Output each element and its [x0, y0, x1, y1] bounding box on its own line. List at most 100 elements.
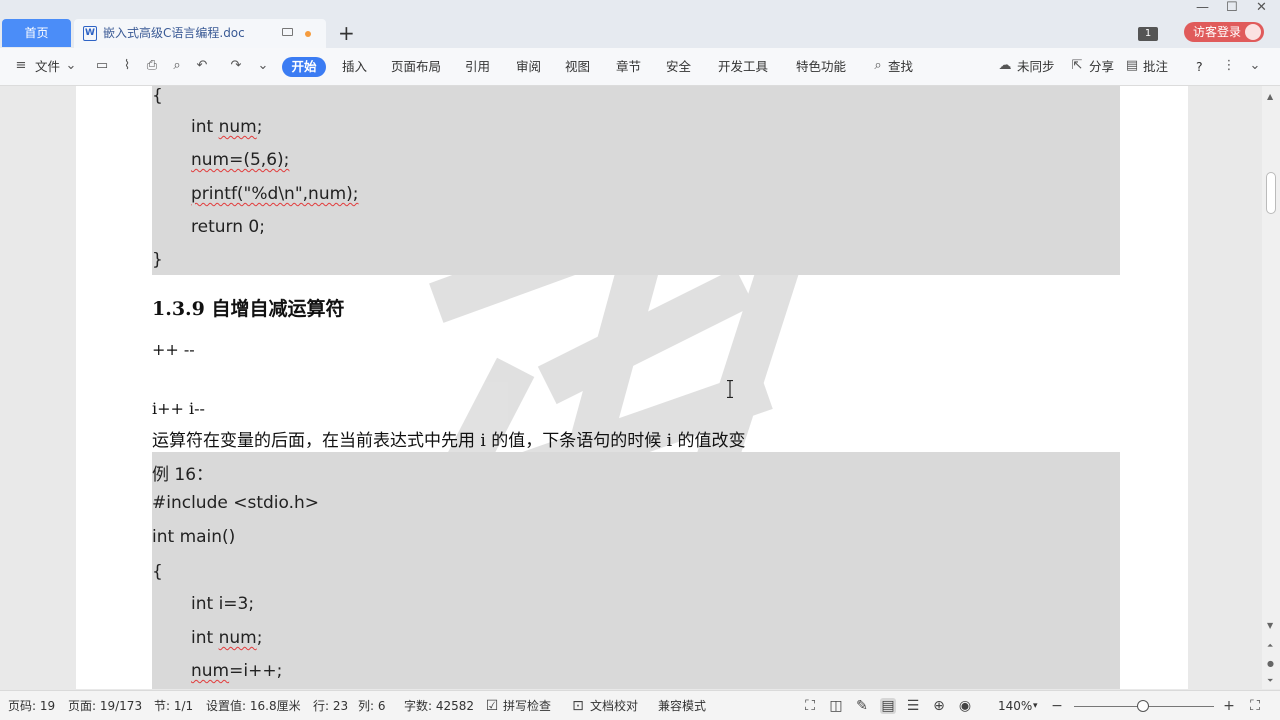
vertical-scrollbar[interactable]: ▲ ▼ ⏶ ● ⏷ [1262, 86, 1280, 689]
code-brace-open: { [152, 562, 163, 582]
code-line: printf("%d\n",num); [191, 184, 359, 204]
read-mode-icon[interactable]: ◫ [828, 698, 844, 714]
page-nav-icon[interactable]: ● [1267, 659, 1274, 668]
collapse-ribbon-icon[interactable]: ⌄ [1248, 59, 1262, 73]
example-label: 例 16： [152, 465, 214, 485]
word-count[interactable]: 字数: 42582 [404, 699, 474, 713]
format-painter-icon[interactable]: ⌇ [120, 59, 134, 73]
spell-check-button[interactable]: 拼写检查 [503, 699, 551, 713]
document-page[interactable]: { int num; num=(5,6); printf("%d\n",num)… [76, 86, 1188, 689]
save-icon[interactable]: ▭ [95, 59, 109, 73]
undo-icon[interactable]: ↶ [195, 59, 209, 73]
eye-protection-icon[interactable]: ◉ [957, 698, 973, 714]
compat-mode: 兼容模式 [658, 699, 707, 713]
maximize-button[interactable]: ☐ [1226, 0, 1238, 15]
web-view-icon[interactable]: ⊕ [931, 698, 947, 714]
file-menu[interactable]: 文件 [35, 58, 60, 76]
tab-home[interactable]: 首页 [2, 19, 71, 47]
sync-status[interactable]: 未同步 [1017, 58, 1055, 76]
ribbon-toolbar: ≡ 文件 ⌄ ▭ ⌇ ⎙ ⌕ ↶ ↷ ⌄ 开始 插入 页面布局 引用 审阅 视图… [0, 48, 1280, 86]
page-code[interactable]: 页码: 19 [8, 699, 55, 713]
scrollbar-thumb[interactable] [1266, 172, 1276, 214]
page-indicator[interactable]: 页面: 19/173 [68, 699, 142, 713]
page-view-icon[interactable]: ▤ [880, 698, 896, 714]
zoom-in-icon[interactable]: + [1221, 698, 1237, 714]
document-area[interactable]: { int num; num=(5,6); printf("%d\n",num)… [0, 86, 1262, 689]
hamburger-menu-icon[interactable]: ≡ [14, 59, 28, 73]
close-button[interactable]: ✕ [1256, 0, 1267, 15]
code-line: num=(5,6); [191, 150, 290, 170]
share-button[interactable]: 分享 [1089, 58, 1114, 76]
section-indicator: 节: 1/1 [154, 699, 194, 713]
tab-review[interactable]: 审阅 [516, 58, 541, 76]
focus-mode-icon[interactable]: ⛶ [802, 698, 818, 714]
comment-button[interactable]: 批注 [1143, 58, 1168, 76]
search-icon[interactable]: ⌕ [871, 59, 885, 73]
search-label[interactable]: 查找 [888, 58, 913, 76]
zoom-level[interactable]: 140% [998, 699, 1032, 713]
scroll-down-icon[interactable]: ▼ [1267, 621, 1273, 630]
spell-check-icon[interactable]: ☑ [484, 698, 500, 714]
zoom-dropdown-icon[interactable]: ▾ [1033, 699, 1038, 713]
col-indicator: 列: 6 [358, 699, 386, 713]
quick-access-dropdown-icon[interactable]: ⌄ [256, 59, 270, 73]
tab-security[interactable]: 安全 [666, 58, 691, 76]
chevron-down-icon[interactable]: ⌄ [64, 59, 78, 73]
monitor-icon[interactable] [282, 28, 293, 36]
new-tab-button[interactable]: + [338, 22, 355, 44]
code-line: int i=3; [191, 594, 255, 614]
fit-page-icon[interactable]: ⛶ [1247, 698, 1263, 714]
code-line: num=i++; [191, 661, 283, 681]
operators-text: ++ -- [152, 340, 195, 359]
next-page-icon[interactable]: ⏷ [1267, 676, 1273, 686]
zoom-slider-handle[interactable] [1136, 700, 1149, 712]
explanation-text: 运算符在变量的后面，在当前表达式中先用 i 的值，下条语句的时候 i 的值改变 [152, 431, 746, 451]
code-brace-open: { [152, 86, 163, 106]
code-line: #include <stdio.h> [152, 493, 320, 513]
code-line: return 0; [191, 217, 265, 237]
window-count-badge[interactable]: 1 [1138, 27, 1158, 41]
tab-document-title: 嵌入式高级C语言编程.doc [103, 26, 245, 40]
tab-features[interactable]: 特色功能 [796, 58, 846, 76]
tab-bar: 首页 W 嵌入式高级C语言编程.doc + 1 访客登录 — ☐ ✕ [0, 0, 1280, 48]
minimize-button[interactable]: — [1196, 0, 1209, 15]
proofread-icon[interactable]: ⊡ [570, 698, 586, 714]
word-doc-icon: W [83, 26, 97, 41]
avatar-icon [1245, 24, 1261, 40]
write-mode-icon[interactable]: ✎ [854, 698, 870, 714]
login-button[interactable]: 访客登录 [1184, 22, 1264, 42]
print-preview-icon[interactable]: ⌕ [170, 59, 184, 73]
tab-document[interactable]: W 嵌入式高级C语言编程.doc [74, 19, 326, 48]
scroll-up-icon[interactable]: ▲ [1267, 92, 1273, 101]
code-line: int main() [152, 527, 236, 547]
share-icon[interactable]: ⇱ [1070, 59, 1084, 73]
tab-view[interactable]: 视图 [565, 58, 590, 76]
text-cursor-icon [727, 380, 733, 398]
postfix-text: i++ i-- [152, 399, 205, 418]
proofread-button[interactable]: 文档校对 [590, 699, 638, 713]
tab-start[interactable]: 开始 [282, 57, 326, 77]
unsaved-dot-icon [305, 31, 311, 37]
help-button[interactable]: ? [1196, 58, 1203, 76]
tab-chapter[interactable]: 章节 [616, 58, 641, 76]
code-line: int num; [191, 117, 263, 137]
prev-page-icon[interactable]: ⏶ [1267, 641, 1273, 651]
zoom-out-icon[interactable]: − [1049, 698, 1065, 714]
comment-icon[interactable]: ▤ [1125, 59, 1139, 73]
section-heading: 1.3.9 自增自减运算符 [152, 298, 345, 320]
print-icon[interactable]: ⎙ [145, 59, 159, 73]
tab-page-layout[interactable]: 页面布局 [391, 58, 441, 76]
status-bar: 页码: 19 页面: 19/173 节: 1/1 设置值: 16.8厘米 行: … [0, 690, 1280, 720]
tab-references[interactable]: 引用 [465, 58, 490, 76]
cloud-sync-icon[interactable]: ☁ [998, 59, 1012, 73]
tab-insert[interactable]: 插入 [342, 58, 367, 76]
setting-value: 设置值: 16.8厘米 [206, 699, 301, 713]
outline-view-icon[interactable]: ☰ [905, 698, 921, 714]
redo-icon[interactable]: ↷ [229, 59, 243, 73]
code-block-bottom [152, 452, 1120, 689]
code-brace-close: } [152, 250, 163, 270]
login-label: 访客登录 [1193, 25, 1242, 39]
tab-developer[interactable]: 开发工具 [718, 58, 768, 76]
more-options-icon[interactable]: ⋮ [1222, 59, 1236, 73]
code-block-top [152, 86, 1120, 275]
